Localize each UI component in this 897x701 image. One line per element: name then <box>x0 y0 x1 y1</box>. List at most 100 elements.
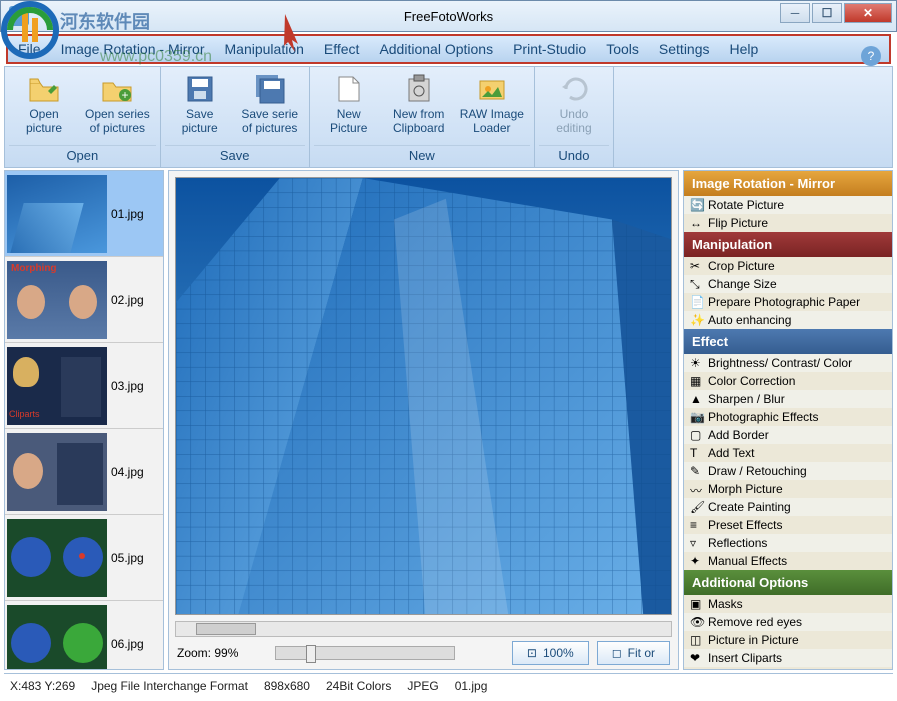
side-item-morph[interactable]: 〰Morph Picture <box>684 480 892 498</box>
zoom-100-button[interactable]: ⊡ 100% <box>512 641 589 665</box>
sharpen-icon: ▲ <box>690 392 704 406</box>
preview-column: Zoom: 99% ⊡ 100% ◻ Fit or <box>168 170 679 670</box>
side-item-photoeffects[interactable]: 📷Photographic Effects <box>684 408 892 426</box>
floppy-series-icon <box>254 73 286 105</box>
thumbnail-image: Cliparts <box>7 347 107 425</box>
thumbnail-item[interactable]: 04.jpg <box>5 429 163 515</box>
label: Open <box>29 107 58 121</box>
flip-icon: ↔ <box>690 216 704 230</box>
side-item-preset[interactable]: ≡Preset Effects <box>684 516 892 534</box>
thumbnail-filename: 04.jpg <box>111 465 144 479</box>
statusbar: X:483 Y:269 Jpeg File Interchange Format… <box>4 673 893 697</box>
label: of pictures <box>242 121 297 135</box>
star-icon: ★ <box>690 669 704 670</box>
thumbnail-image <box>7 433 107 511</box>
label: New from <box>393 107 444 121</box>
menu-print-studio[interactable]: Print-Studio <box>503 36 596 62</box>
thumbnail-item[interactable]: Cliparts 03.jpg <box>5 343 163 429</box>
side-item-autoenhance[interactable]: ✨Auto enhancing <box>684 311 892 329</box>
image-preview <box>175 177 672 615</box>
reflection-icon: ▿ <box>690 536 704 550</box>
minimize-button[interactable]: ─ <box>780 3 810 23</box>
rotate-icon: 🔄 <box>690 198 704 212</box>
side-item-addtext[interactable]: TAdd Text <box>684 444 892 462</box>
menu-additional-options[interactable]: Additional Options <box>369 36 503 62</box>
side-item-sharpen[interactable]: ▲Sharpen / Blur <box>684 390 892 408</box>
status-coords: X:483 Y:269 <box>10 679 75 693</box>
zoom-label: Zoom: 99% <box>177 646 267 660</box>
menu-effect[interactable]: Effect <box>314 36 370 62</box>
label: Loader <box>473 121 510 135</box>
thumbnail-item[interactable]: Morphing 02.jpg <box>5 257 163 343</box>
preset-icon: ≡ <box>690 518 704 532</box>
side-item-crop[interactable]: ✂Crop Picture <box>684 257 892 275</box>
side-item-draw[interactable]: ✎Draw / Retouching <box>684 462 892 480</box>
side-item-cliparts[interactable]: ❤Insert Cliparts <box>684 649 892 667</box>
raw-loader-button[interactable]: RAW Image Loader <box>454 69 530 145</box>
undo-editing-button[interactable]: Undo editing <box>539 69 609 145</box>
side-item-rotate[interactable]: 🔄Rotate Picture <box>684 196 892 214</box>
section-header-manipulation: Manipulation <box>684 232 892 257</box>
clipboard-icon <box>403 73 435 105</box>
side-item-masks[interactable]: ▣Masks <box>684 595 892 613</box>
menu-tools[interactable]: Tools <box>596 36 649 62</box>
open-series-button[interactable]: + Open series of pictures <box>79 69 156 145</box>
svg-text:+: + <box>122 88 129 102</box>
label: Save serie <box>241 107 298 121</box>
status-dimensions: 898x680 <box>264 679 310 693</box>
open-picture-button[interactable]: Open picture <box>9 69 79 145</box>
side-item-redeye[interactable]: 👁Remove red eyes <box>684 613 892 631</box>
side-item-flip[interactable]: ↔Flip Picture <box>684 214 892 232</box>
thumbnail-panel: 01.jpg Morphing 02.jpg Cliparts 03.jpg 0… <box>4 170 164 670</box>
ribbon-group-open: Open picture + Open series of pictures O… <box>5 67 161 167</box>
thumbnail-item[interactable]: 05.jpg <box>5 515 163 601</box>
help-icon[interactable]: ? <box>861 46 881 66</box>
folder-series-icon: + <box>101 73 133 105</box>
side-item-pip[interactable]: ◫Picture in Picture <box>684 631 892 649</box>
resize-icon: ⤡ <box>690 277 704 291</box>
maximize-button[interactable]: ☐ <box>812 3 842 23</box>
brightness-icon: ☀ <box>690 356 704 370</box>
side-item-border[interactable]: ▢Add Border <box>684 426 892 444</box>
section-header-rotation: Image Rotation - Mirror <box>684 171 892 196</box>
label: RAW Image <box>460 107 524 121</box>
side-item-brightness[interactable]: ☀Brightness/ Contrast/ Color <box>684 354 892 372</box>
fit-icon: ◻ <box>612 646 622 660</box>
morph-icon: 〰 <box>690 482 704 496</box>
section-header-additional: Additional Options <box>684 570 892 595</box>
menu-settings[interactable]: Settings <box>649 36 720 62</box>
new-picture-button[interactable]: New Picture <box>314 69 384 145</box>
watermark-text: 河东软件园 <box>60 8 150 34</box>
side-item-manual[interactable]: ✦Manual Effects <box>684 552 892 570</box>
thumbnail-filename: 03.jpg <box>111 379 144 393</box>
zoom-fit-button[interactable]: ◻ Fit or <box>597 641 670 665</box>
floppy-icon <box>184 73 216 105</box>
side-item-photopaper[interactable]: 📄Prepare Photographic Paper <box>684 293 892 311</box>
menu-help[interactable]: Help <box>720 36 769 62</box>
side-item-painting[interactable]: 🖌Create Painting <box>684 498 892 516</box>
section-header-effect: Effect <box>684 329 892 354</box>
thumbnail-item[interactable]: 01.jpg <box>5 171 163 257</box>
thumbnail-item[interactable]: 06.jpg <box>5 601 163 670</box>
label: 100% <box>543 646 574 660</box>
red-arrow-annotation <box>280 12 310 55</box>
close-button[interactable]: ✕ <box>844 3 892 23</box>
save-serie-button[interactable]: Save serie of pictures <box>235 69 305 145</box>
save-picture-button[interactable]: Save picture <box>165 69 235 145</box>
side-item-resize[interactable]: ⤡Change Size <box>684 275 892 293</box>
ribbon-group-label: Save <box>165 145 305 165</box>
eye-icon: 👁 <box>690 615 704 629</box>
zoom-slider[interactable] <box>275 646 455 660</box>
status-format: Jpeg File Interchange Format <box>91 679 248 693</box>
horizontal-scrollbar[interactable] <box>175 621 672 637</box>
side-item-reflections[interactable]: ▿Reflections <box>684 534 892 552</box>
ribbon-group-save: Save picture Save serie of pictures Save <box>161 67 310 167</box>
new-from-clipboard-button[interactable]: New from Clipboard <box>384 69 454 145</box>
side-item-symbols[interactable]: ★Symbols and Lines <box>684 667 892 670</box>
zoom-100-icon: ⊡ <box>527 646 537 660</box>
side-item-colorcorrect[interactable]: ▦Color Correction <box>684 372 892 390</box>
label: Undo <box>560 107 589 121</box>
ribbon-group-new: New Picture New from Clipboard RAW Image… <box>310 67 535 167</box>
label: picture <box>26 121 62 135</box>
raw-image-icon <box>476 73 508 105</box>
